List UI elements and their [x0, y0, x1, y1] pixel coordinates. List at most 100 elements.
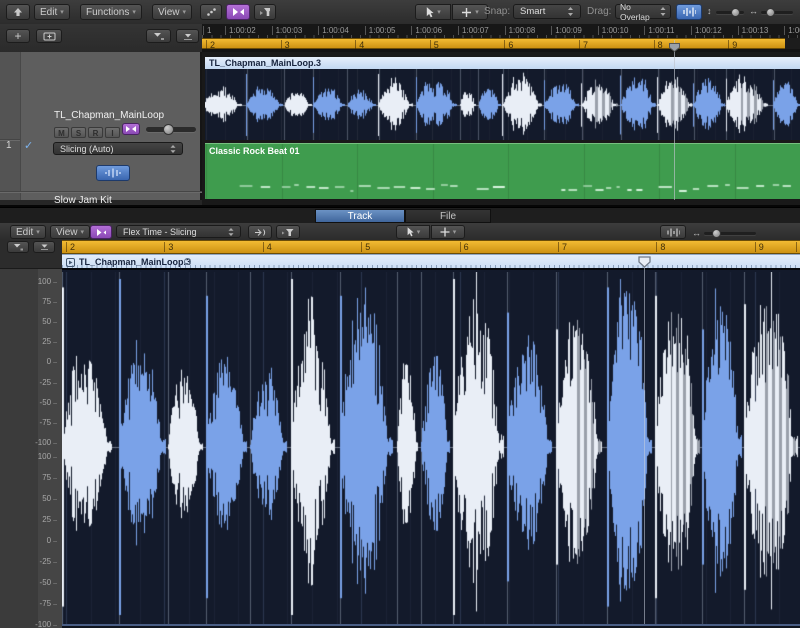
track-filter-icon	[282, 228, 294, 237]
track-mute-solo-group: MSRI	[54, 123, 122, 141]
audio-region-waveform[interactable]	[205, 69, 800, 140]
up-arrow-icon	[13, 7, 23, 17]
updown-caret-icon	[170, 145, 176, 153]
track-name[interactable]: TL_Chapman_MainLoop	[54, 110, 164, 121]
bar-number: 7	[558, 242, 567, 252]
track-flex-button[interactable]	[122, 123, 140, 135]
updown-caret-icon	[660, 7, 666, 16]
chevron-down-icon: ▾	[36, 229, 40, 236]
track-sort-button[interactable]	[146, 29, 171, 43]
scale-value: 0	[47, 358, 57, 367]
track-record-button[interactable]: R	[88, 127, 103, 138]
snap-label: Snap:	[484, 6, 510, 17]
command-click-tool-menu[interactable]: ▾	[452, 4, 488, 20]
track-selected-check-icon[interactable]: ✓	[24, 139, 33, 152]
bar-ruler[interactable]: 23456789	[202, 38, 785, 49]
chevron-down-icon: ▾	[417, 229, 421, 236]
playhead-handle[interactable]	[669, 39, 680, 57]
flex-bowtie-icon	[96, 228, 106, 237]
waveform-editor-area[interactable]	[62, 268, 800, 628]
ruler-end-gap	[785, 38, 800, 49]
editor-menu-view[interactable]: View▾	[50, 225, 90, 239]
timecode-label: 1:00:10	[598, 26, 629, 35]
timecode-ruler[interactable]: 1 1:00:021:00:031:00:041:00:051:00:061:0…	[202, 24, 800, 38]
editor-filter-button[interactable]	[276, 225, 300, 239]
flex-mode-dropdown[interactable]: Slicing (Auto)	[53, 142, 183, 155]
audio-track-icon[interactable]	[96, 165, 130, 181]
flex-bowtie-icon	[232, 7, 244, 17]
drag-dropdown[interactable]: No Overlap	[615, 4, 671, 19]
duplicate-track-button[interactable]	[36, 29, 62, 43]
automation-button[interactable]	[200, 4, 222, 20]
menu-view[interactable]: View▾	[152, 4, 192, 20]
tray-caret-icon	[39, 243, 49, 251]
prelisten-button[interactable]	[248, 225, 272, 239]
timecode-label: 1	[203, 26, 211, 35]
chevron-down-icon: ▾	[60, 9, 64, 16]
horizontal-zoom-knob[interactable]	[766, 8, 775, 17]
track-area-toolbar: +	[0, 24, 202, 53]
editor-waveform-zoom-button[interactable]	[660, 225, 686, 239]
flex-bowtie-icon	[125, 125, 137, 133]
chevron-down-icon: ▾	[453, 229, 457, 236]
audio-region[interactable]: TL_Chapman_MainLoop.3	[205, 57, 800, 140]
snap-dropdown[interactable]: Smart	[513, 4, 581, 19]
editor-catch-button[interactable]	[7, 241, 29, 253]
scale-value: -25	[40, 558, 57, 567]
editor-crosshair-tool-menu[interactable]: ▾	[431, 225, 465, 239]
track-input-button[interactable]: I	[105, 127, 120, 138]
timecode-label: 1:00:05	[365, 26, 396, 35]
track-solo-button[interactable]: S	[71, 127, 86, 138]
waveform-icon	[104, 168, 122, 178]
updown-caret-icon	[567, 7, 574, 16]
editor-flex-mode-dropdown[interactable]: Flex Time - Slicing	[116, 225, 241, 238]
chevron-down-icon: ▾	[81, 229, 85, 236]
hierarchy-back-button[interactable]	[6, 4, 30, 20]
track-lane-area[interactable]: TL_Chapman_MainLoop.3 Classic Rock Beat …	[202, 52, 800, 205]
vertical-zoom-knob[interactable]	[731, 8, 740, 17]
timecode-label: 1:00:07	[458, 26, 489, 35]
drag-label: Drag:	[587, 6, 611, 17]
editor-zoom-knob[interactable]	[712, 229, 721, 238]
bar-number: 3	[164, 242, 173, 252]
track-filter-button[interactable]	[254, 4, 276, 20]
timecode-label: 1:00:11	[644, 26, 674, 35]
scale-value: -50	[40, 579, 57, 588]
timecode-label: 1:00:13	[738, 26, 769, 35]
scale-value: -75	[40, 419, 57, 428]
editor-waveform-canvas[interactable]	[62, 272, 800, 624]
add-track-button[interactable]: +	[6, 29, 30, 43]
menu-edit[interactable]: Edit▾	[34, 4, 70, 20]
timecode-label: 1:00:02	[225, 26, 256, 35]
horizontal-zoom-icon: ↔	[692, 229, 701, 238]
editor-link-button[interactable]	[33, 241, 55, 253]
editor-menu-edit[interactable]: Edit▾	[10, 225, 46, 239]
crosshair-tool-icon	[440, 227, 450, 237]
flex-button[interactable]	[226, 4, 250, 20]
scale-value: -25	[40, 379, 57, 388]
editor-pointer-tool-menu[interactable]: ▾	[396, 225, 430, 239]
updown-caret-icon	[228, 228, 234, 236]
left-click-tool-menu[interactable]: ▾	[415, 4, 451, 20]
chevron-down-icon: ▾	[437, 9, 441, 16]
waveform-zoom-icon	[666, 228, 680, 237]
tab-file[interactable]: File	[405, 209, 491, 223]
editor-playhead-line	[644, 266, 645, 624]
editor-flex-button[interactable]	[90, 225, 112, 239]
track-hide-button[interactable]	[176, 29, 199, 43]
scale-value: 100	[38, 278, 57, 287]
menu-functions[interactable]: Functions▾	[80, 4, 142, 20]
editor-playhead-handle[interactable]	[638, 255, 651, 273]
editor-region-strip[interactable]: TL_Chapman_MainLoop.3	[62, 254, 800, 269]
track-mute-button[interactable]: M	[54, 127, 69, 138]
track-volume-knob[interactable]	[163, 124, 174, 135]
chevron-down-icon: ▾	[132, 9, 136, 16]
loop-circle-icon[interactable]	[184, 258, 191, 265]
waveform-zoom-button[interactable]	[676, 4, 702, 20]
pointer-tool-icon	[406, 227, 414, 237]
scale-value: 25	[42, 338, 57, 347]
editor-bar-ruler[interactable]: 234567891	[62, 240, 800, 254]
track-number-strip	[0, 52, 21, 200]
midi-region[interactable]: Classic Rock Beat 01	[205, 143, 800, 199]
tab-track[interactable]: Track	[315, 209, 405, 223]
